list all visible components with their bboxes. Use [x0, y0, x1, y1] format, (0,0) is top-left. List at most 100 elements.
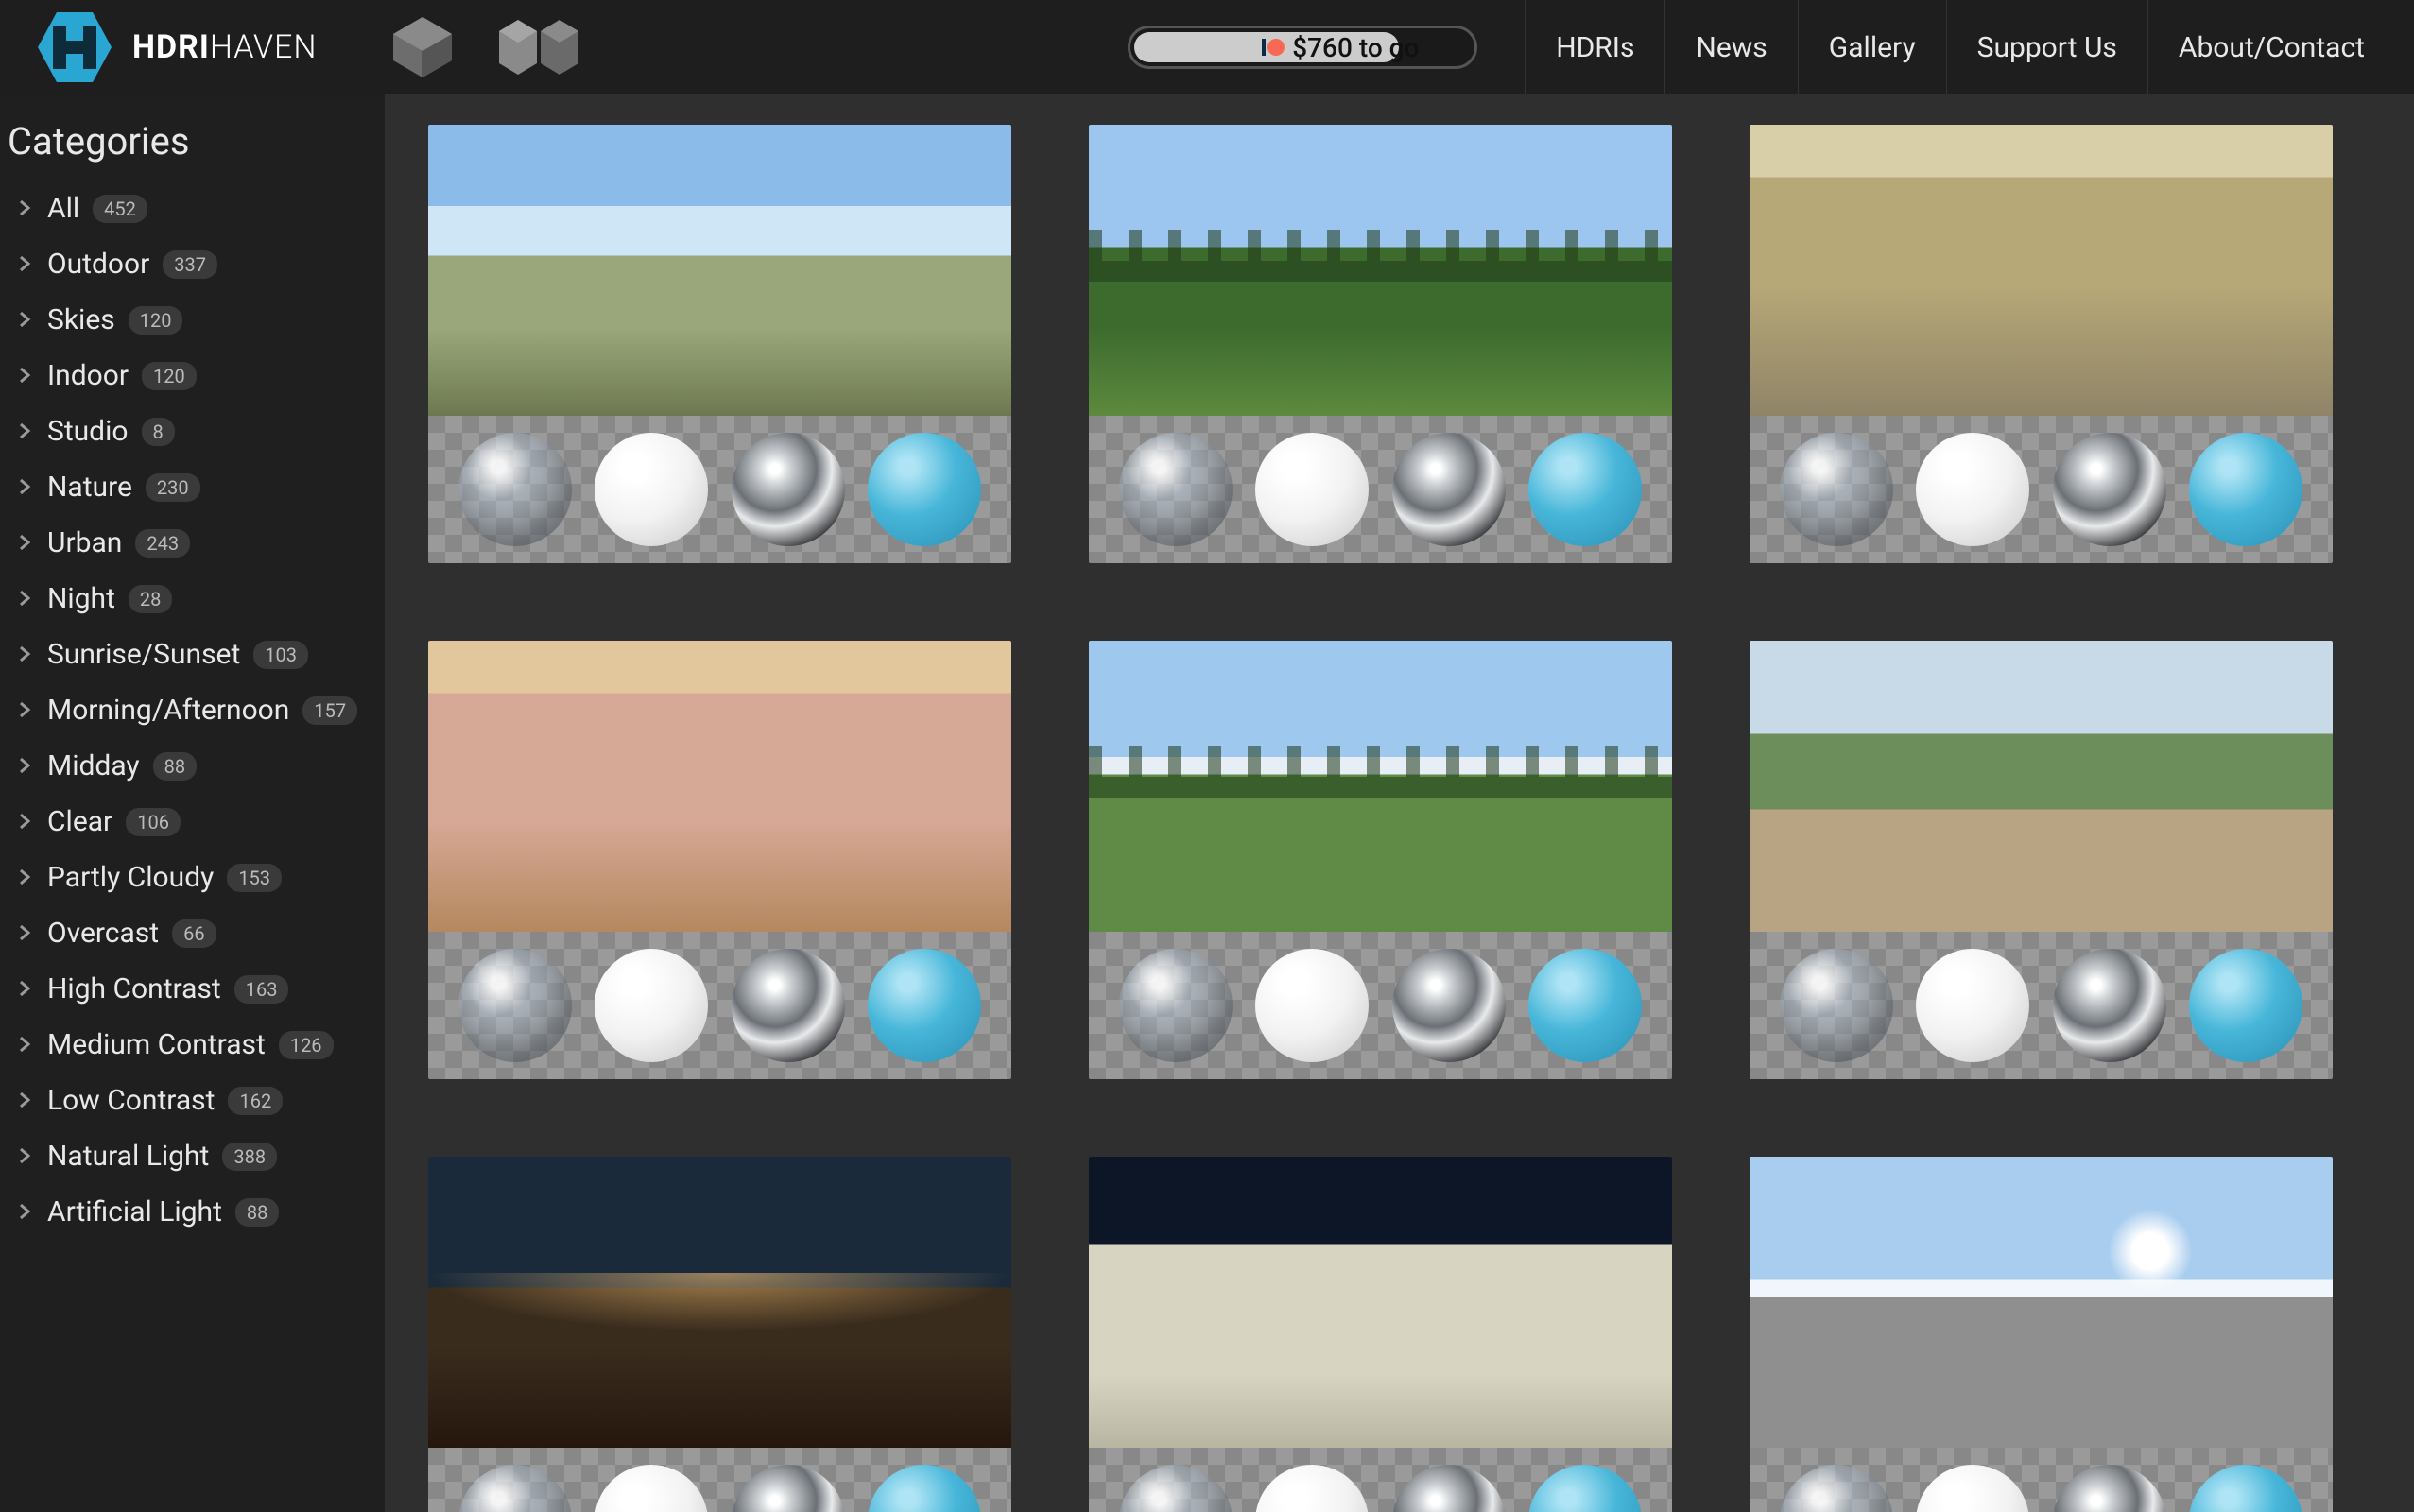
sphere-chrome — [732, 949, 845, 1062]
sphere-chrome — [732, 433, 845, 546]
category-indoor[interactable]: Indoor120 — [6, 348, 385, 404]
sphere-diffuse — [595, 1465, 708, 1512]
category-partly-cloudy[interactable]: Partly Cloudy 153 — [6, 850, 385, 905]
chevron-right-icon — [15, 1140, 34, 1173]
chevron-right-icon — [15, 1084, 34, 1117]
sphere-glass — [458, 1465, 572, 1512]
sphere-plastic — [1528, 1465, 1642, 1512]
chevron-right-icon — [15, 192, 34, 225]
category-count-badge: 103 — [253, 641, 308, 669]
category-outdoor[interactable]: Outdoor337 — [6, 236, 385, 292]
sidebar: Categories All452Outdoor337Skies120Indoo… — [0, 94, 385, 1512]
render-spheres — [1750, 416, 2333, 563]
category-medium-contrast[interactable]: Medium Contrast126 — [6, 1017, 385, 1073]
hdri-card[interactable] — [428, 641, 1011, 1079]
render-spheres — [1750, 1448, 2333, 1512]
hdri-grid — [428, 125, 2371, 1512]
category-label: Morning/Afternoon — [47, 694, 289, 727]
category-label: Midday — [47, 749, 140, 782]
header: HDRIHAVEN $760 to go HDRIs — [0, 0, 2414, 94]
hdri-card[interactable] — [428, 125, 1011, 563]
render-spheres — [428, 932, 1011, 1079]
chevron-right-icon — [15, 917, 34, 950]
affiliate-icons — [393, 17, 578, 77]
sphere-chrome — [1392, 949, 1506, 1062]
sphere-plastic — [868, 949, 981, 1062]
hdri-card[interactable] — [1089, 641, 1672, 1079]
category-count-badge: 8 — [142, 418, 175, 446]
nav-support-us[interactable]: Support Us — [1946, 0, 2147, 94]
chevron-right-icon — [15, 861, 34, 894]
chevron-right-icon — [15, 415, 34, 448]
category-all[interactable]: All452 — [6, 180, 385, 236]
category-count-badge: 120 — [129, 306, 183, 335]
logo-text: HDRIHAVEN — [132, 28, 318, 66]
render-spheres — [428, 1448, 1011, 1512]
category-label: Partly Cloudy — [47, 861, 214, 894]
category-high-contrast[interactable]: High Contrast163 — [6, 961, 385, 1017]
category-studio[interactable]: Studio 8 — [6, 404, 385, 459]
sphere-chrome — [2053, 949, 2166, 1062]
render-spheres — [1089, 1448, 1672, 1512]
category-overcast[interactable]: Overcast66 — [6, 905, 385, 961]
category-count-badge: 106 — [126, 808, 181, 836]
category-sunrise-sunset[interactable]: Sunrise/Sunset 103 — [6, 627, 385, 682]
texture-haven-icon[interactable] — [393, 17, 452, 77]
hdri-thumbnail — [1089, 125, 1672, 416]
sphere-plastic — [868, 1465, 981, 1512]
category-skies[interactable]: Skies120 — [6, 292, 385, 348]
logo[interactable]: HDRIHAVEN — [38, 12, 318, 82]
hdri-thumbnail — [1750, 1157, 2333, 1448]
render-spheres — [1089, 932, 1672, 1079]
category-label: Natural Light — [47, 1140, 209, 1173]
category-urban[interactable]: Urban243 — [6, 515, 385, 571]
hdri-thumbnail — [428, 125, 1011, 416]
sphere-chrome — [1392, 433, 1506, 546]
render-spheres — [428, 416, 1011, 563]
category-count-badge: 452 — [93, 195, 147, 223]
nav-gallery[interactable]: Gallery — [1798, 0, 1946, 94]
chevron-right-icon — [15, 1195, 34, 1228]
category-count-badge: 157 — [302, 696, 357, 725]
render-spheres — [1089, 416, 1672, 563]
category-nature[interactable]: Nature230 — [6, 459, 385, 515]
category-artificial-light[interactable]: Artificial Light88 — [6, 1184, 385, 1240]
sphere-glass — [1780, 433, 1893, 546]
sphere-glass — [458, 433, 572, 546]
sphere-diffuse — [1255, 1465, 1369, 1512]
chevron-right-icon — [15, 638, 34, 671]
category-morning-afternoon[interactable]: Morning/Afternoon 157 — [6, 682, 385, 738]
hdri-card[interactable] — [1089, 1157, 1672, 1512]
hdri-card[interactable] — [1089, 125, 1672, 563]
category-count-badge: 153 — [227, 864, 282, 892]
category-night[interactable]: Night28 — [6, 571, 385, 627]
chevron-right-icon — [15, 582, 34, 615]
hdri-card[interactable] — [1750, 125, 2333, 563]
nav-hdris[interactable]: HDRIs — [1525, 0, 1664, 94]
funding-progress[interactable]: $760 to go — [1128, 26, 1477, 69]
sphere-chrome — [732, 1465, 845, 1512]
gallery-main — [385, 94, 2414, 1512]
category-clear[interactable]: Clear106 — [6, 794, 385, 850]
category-count-badge: 388 — [222, 1143, 277, 1171]
hdri-card[interactable] — [428, 1157, 1011, 1512]
nav-news[interactable]: News — [1664, 0, 1797, 94]
hdri-card[interactable] — [1750, 641, 2333, 1079]
nav-about-contact[interactable]: About/Contact — [2147, 0, 2395, 94]
sphere-glass — [1780, 949, 1893, 1062]
chevron-right-icon — [15, 471, 34, 504]
category-midday[interactable]: Midday88 — [6, 738, 385, 794]
chevron-right-icon — [15, 694, 34, 727]
sphere-diffuse — [595, 949, 708, 1062]
sphere-diffuse — [1916, 433, 2029, 546]
chevron-right-icon — [15, 805, 34, 838]
sidebar-title: Categories — [6, 113, 385, 180]
category-label: Studio — [47, 415, 129, 448]
model-haven-icon[interactable] — [499, 20, 578, 75]
category-label: Sunrise/Sunset — [47, 638, 240, 671]
category-count-badge: 337 — [163, 250, 217, 279]
category-natural-light[interactable]: Natural Light 388 — [6, 1128, 385, 1184]
category-low-contrast[interactable]: Low Contrast162 — [6, 1073, 385, 1128]
category-label: Indoor — [47, 359, 129, 392]
hdri-card[interactable] — [1750, 1157, 2333, 1512]
